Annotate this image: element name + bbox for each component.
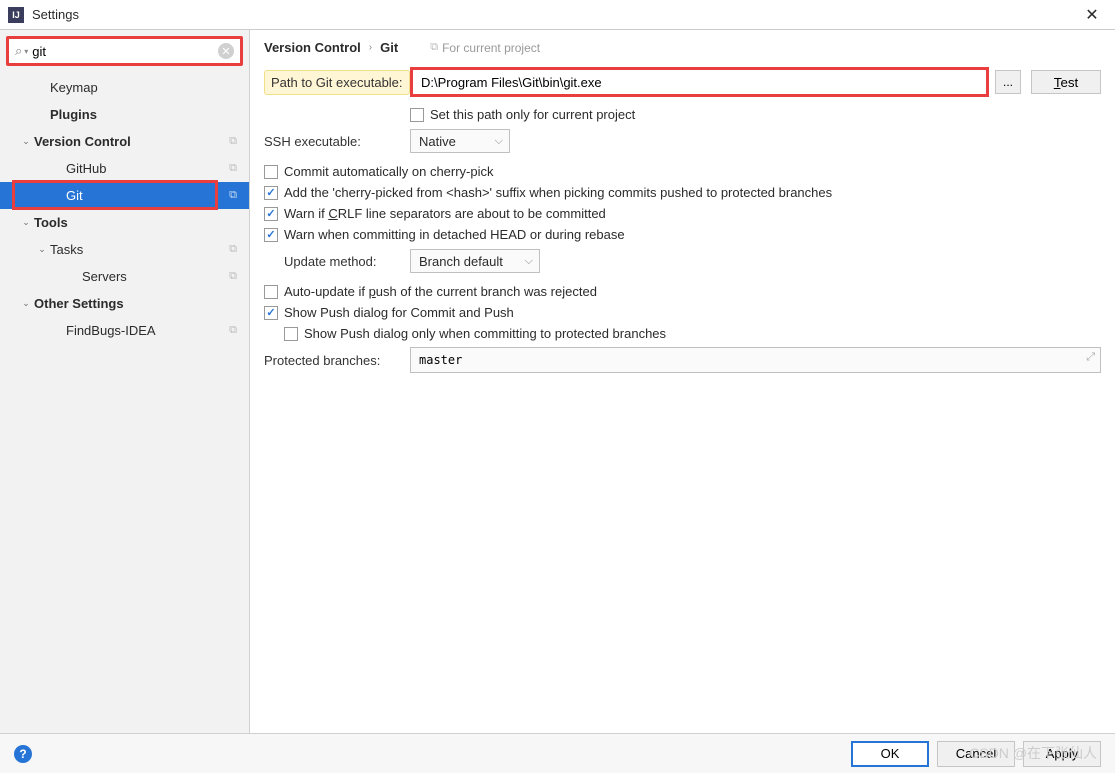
ssh-label: SSH executable:	[264, 134, 410, 149]
copy-icon: ⧉	[229, 270, 237, 283]
search-input[interactable]	[32, 44, 218, 59]
sidebar-item-label: Tools	[34, 215, 241, 230]
apply-button[interactable]: Apply	[1023, 741, 1101, 767]
copy-icon: ⧉	[229, 243, 237, 256]
protected-branches-input[interactable]	[410, 347, 1101, 373]
sidebar-item-version-control[interactable]: ⌄Version Control⧉	[0, 128, 249, 155]
help-icon[interactable]: ?	[14, 745, 32, 763]
sidebar-item-label: Plugins	[50, 107, 241, 122]
git-path-input[interactable]	[410, 67, 989, 97]
sidebar-item-findbugs-idea[interactable]: FindBugs-IDEA⧉	[0, 317, 249, 344]
chevron-down-icon[interactable]: ⌄	[34, 244, 50, 255]
checkbox-show-push-dialog[interactable]: Show Push dialog for Commit and Push	[264, 305, 1101, 320]
sidebar-item-keymap[interactable]: Keymap	[0, 74, 249, 101]
chevron-down-icon[interactable]: ⌄	[18, 217, 34, 228]
scope-label: ⧉ For current project	[430, 41, 540, 55]
sidebar-item-label: Servers	[82, 269, 229, 284]
protected-branches-label: Protected branches:	[264, 353, 410, 368]
search-icon: ⌕	[15, 43, 22, 59]
update-method-label: Update method:	[284, 254, 410, 269]
breadcrumb: Version Control › Git ⧉ For current proj…	[250, 30, 1115, 63]
update-method-select[interactable]: Branch default	[410, 249, 540, 273]
sidebar-item-label: Keymap	[50, 80, 241, 95]
sidebar-item-tasks[interactable]: ⌄Tasks⧉	[0, 236, 249, 263]
checkbox-icon[interactable]	[264, 186, 278, 200]
checkbox-icon[interactable]	[264, 285, 278, 299]
app-icon: IJ	[8, 7, 24, 23]
path-label: Path to Git executable:	[264, 70, 410, 95]
checkbox-icon[interactable]	[410, 108, 424, 122]
clear-icon[interactable]: ✕	[218, 43, 234, 59]
sidebar-item-label: Other Settings	[34, 296, 241, 311]
ssh-select[interactable]: Native	[410, 129, 510, 153]
test-button[interactable]: Test	[1031, 70, 1101, 94]
sidebar-item-other-settings[interactable]: ⌄Other Settings	[0, 290, 249, 317]
settings-tree: KeymapPlugins⌄Version Control⧉GitHub⧉Git…	[0, 72, 249, 733]
chevron-down-icon[interactable]: ⌄	[18, 136, 34, 147]
sidebar-item-label: FindBugs-IDEA	[66, 323, 229, 338]
checkbox-crlf-warn[interactable]: Warn if CRLF line separators are about t…	[264, 206, 1101, 221]
sidebar: ⌕ ▾ ✕ KeymapPlugins⌄Version Control⧉GitH…	[0, 30, 250, 733]
copy-icon: ⧉	[229, 189, 237, 202]
sidebar-item-label: GitHub	[66, 161, 229, 176]
titlebar: IJ Settings ✕	[0, 0, 1115, 30]
checkbox-icon[interactable]	[264, 207, 278, 221]
checkbox-show-push-protected[interactable]: Show Push dialog only when committing to…	[284, 326, 1101, 341]
checkbox-cherry-auto[interactable]: Commit automatically on cherry-pick	[264, 164, 1101, 179]
checkbox-auto-update-push[interactable]: Auto-update if push of the current branc…	[264, 284, 1101, 299]
checkbox-icon[interactable]	[284, 327, 298, 341]
main-panel: Version Control › Git ⧉ For current proj…	[250, 30, 1115, 733]
chevron-down-icon[interactable]: ⌄	[18, 298, 34, 309]
search-box[interactable]: ⌕ ▾ ✕	[6, 36, 243, 66]
checkbox-detached-warn[interactable]: Warn when committing in detached HEAD or…	[264, 227, 1101, 242]
checkbox-icon[interactable]	[264, 228, 278, 242]
checkbox-set-path-project[interactable]: Set this path only for current project	[410, 107, 1101, 122]
checkbox-cherry-suffix[interactable]: Add the 'cherry-picked from <hash>' suff…	[264, 185, 1101, 200]
copy-icon: ⧉	[430, 41, 438, 54]
ok-button[interactable]: OK	[851, 741, 929, 767]
copy-icon: ⧉	[229, 162, 237, 175]
sidebar-item-label: Git	[66, 188, 229, 203]
breadcrumb-parent[interactable]: Version Control	[264, 40, 361, 55]
sidebar-item-label: Version Control	[34, 134, 229, 149]
close-icon[interactable]: ✕	[1077, 5, 1107, 25]
footer: ? OK Cancel Apply	[0, 733, 1115, 773]
checkbox-icon[interactable]	[264, 306, 278, 320]
sidebar-item-tools[interactable]: ⌄Tools	[0, 209, 249, 236]
breadcrumb-current: Git	[380, 40, 398, 55]
copy-icon: ⧉	[229, 135, 237, 148]
window-title: Settings	[32, 7, 1077, 22]
copy-icon: ⧉	[229, 324, 237, 337]
sidebar-item-git[interactable]: Git⧉	[0, 182, 249, 209]
sidebar-item-servers[interactable]: Servers⧉	[0, 263, 249, 290]
checkbox-icon[interactable]	[264, 165, 278, 179]
chevron-right-icon: ›	[369, 42, 372, 53]
search-dropdown-icon[interactable]: ▾	[24, 47, 28, 56]
expand-icon[interactable]: ⤢	[1086, 351, 1095, 364]
browse-button[interactable]: ...	[995, 70, 1021, 94]
cancel-button[interactable]: Cancel	[937, 741, 1015, 767]
sidebar-item-plugins[interactable]: Plugins	[0, 101, 249, 128]
sidebar-item-label: Tasks	[50, 242, 229, 257]
sidebar-item-github[interactable]: GitHub⧉	[0, 155, 249, 182]
